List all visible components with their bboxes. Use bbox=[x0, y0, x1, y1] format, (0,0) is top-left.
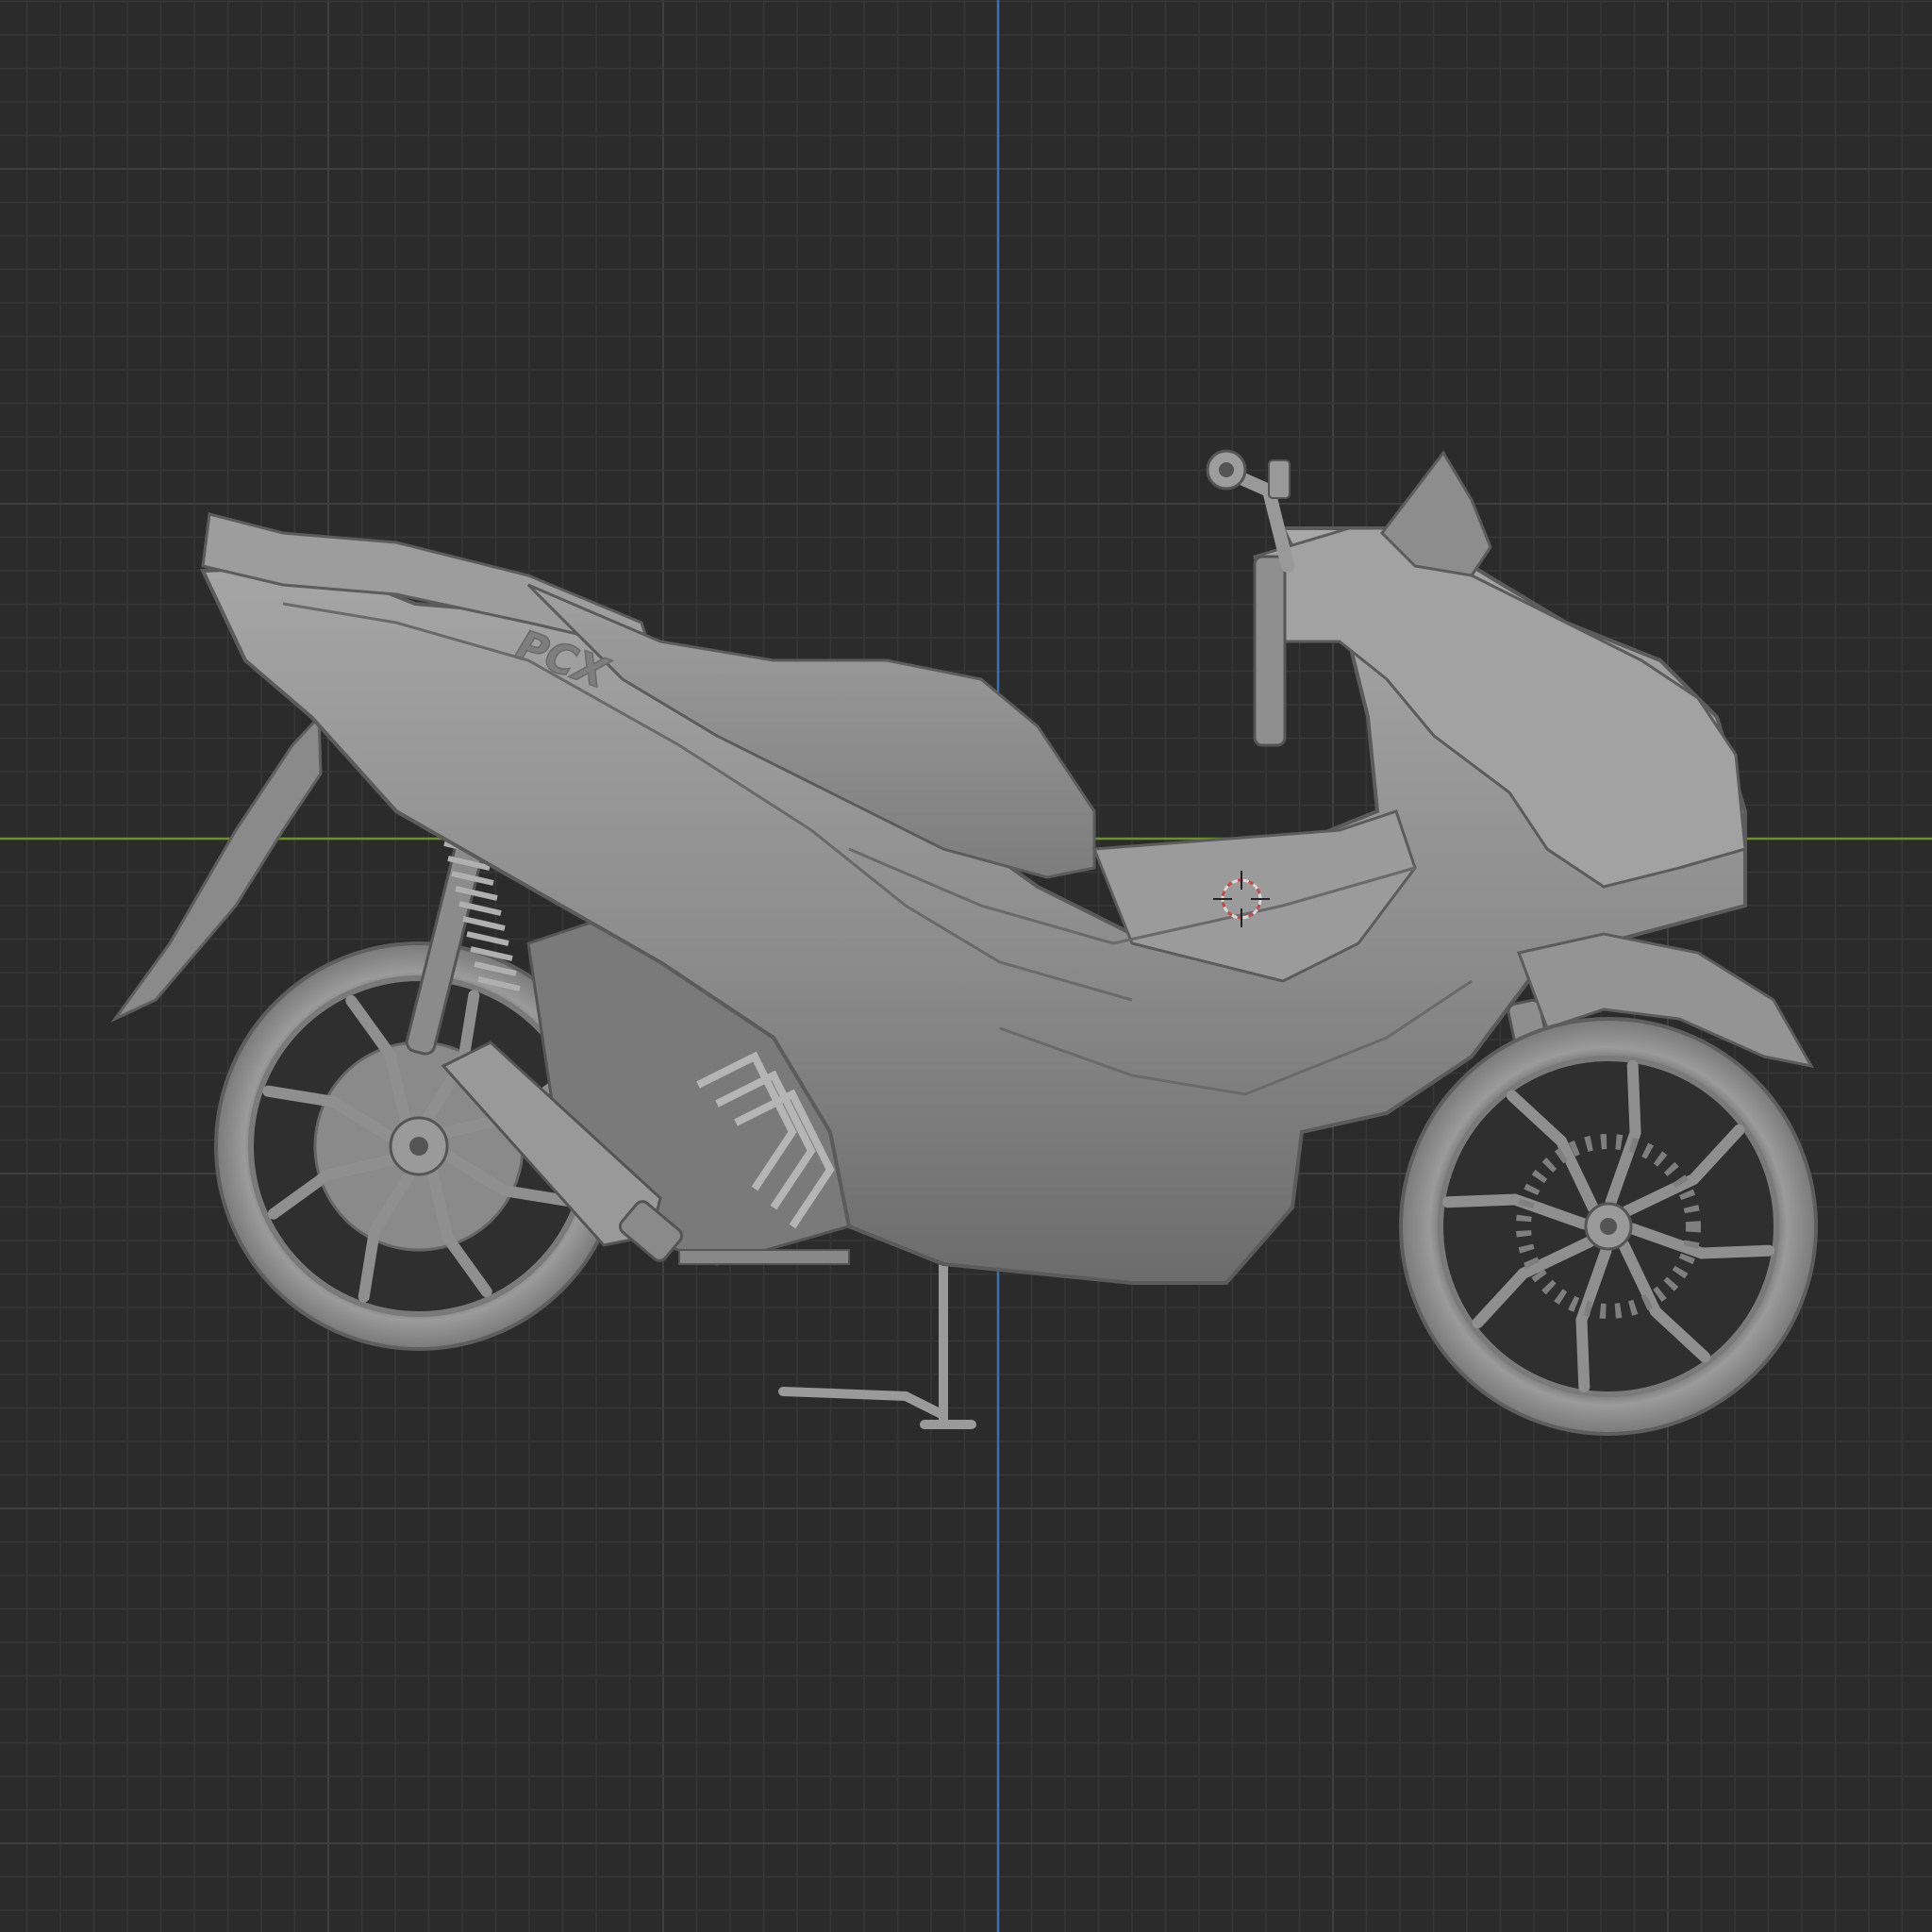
shock-spring-coil bbox=[462, 916, 506, 931]
front-wheel bbox=[1399, 1017, 1818, 1436]
scooter-model[interactable]: PCX bbox=[0, 0, 1932, 1932]
shock-spring-coil bbox=[466, 931, 509, 946]
rear-fender bbox=[110, 713, 323, 1023]
center-stand bbox=[778, 1259, 976, 1429]
3d-viewport[interactable]: PCX bbox=[0, 0, 1932, 1932]
handlebar bbox=[1206, 449, 1294, 747]
